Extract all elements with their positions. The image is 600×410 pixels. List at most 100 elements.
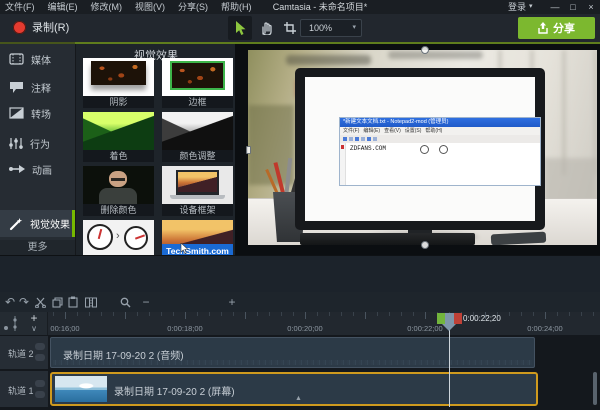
clip-marker-icon[interactable]: ▲ bbox=[295, 395, 302, 402]
clock-icon bbox=[87, 224, 113, 250]
sidebar-item-visual-effects[interactable]: 视觉效果 bbox=[0, 210, 75, 237]
playhead-marker-icon[interactable] bbox=[442, 324, 456, 331]
effect-thumb-remove-color[interactable] bbox=[83, 166, 154, 204]
sidebar-more-button[interactable]: 更多 bbox=[0, 240, 75, 255]
magic-wand-icon bbox=[9, 217, 23, 231]
window-title: Camtasia - 未命名项目* bbox=[273, 0, 368, 14]
record-button[interactable]: 录制(R) bbox=[4, 14, 114, 42]
effect-thumb-device-frame[interactable] bbox=[162, 166, 233, 204]
border-effect-preview bbox=[170, 61, 225, 90]
track-name: 轨道 1 bbox=[8, 384, 34, 397]
minimize-button[interactable]: — bbox=[546, 0, 564, 14]
track-2-header[interactable]: 轨道 2 bbox=[0, 336, 48, 369]
crop-tool-button[interactable] bbox=[278, 16, 302, 40]
timeline-ruler[interactable]: + ∨ 00:16;00 0:00:18;00 0:00:20;00 0:00:… bbox=[0, 312, 600, 335]
tools-sidebar: 媒体 注释 转场 行为 动画 视觉效果 更多 bbox=[0, 44, 75, 255]
audio-clip[interactable]: 录制日期 17-09-20 2 (音频) bbox=[50, 337, 535, 368]
undo-button[interactable]: ↶ bbox=[3, 292, 17, 312]
sidebar-item-behaviors[interactable]: 行为 bbox=[0, 130, 75, 156]
zoom-caret-icon: ▾ bbox=[352, 20, 356, 36]
clip-label: 录制日期 17-09-20 2 (屏幕) bbox=[114, 383, 235, 398]
copy-button[interactable] bbox=[52, 297, 63, 308]
share-button[interactable]: 分享 bbox=[518, 17, 595, 39]
playhead-line bbox=[449, 318, 450, 407]
effect-thumb-color-adjust[interactable] bbox=[162, 112, 233, 150]
playhead-in-handle[interactable] bbox=[437, 313, 445, 324]
effect-label: 边框 bbox=[162, 96, 233, 108]
pan-tool-button[interactable] bbox=[254, 16, 278, 40]
close-button[interactable]: × bbox=[582, 0, 600, 14]
hide-track-icon[interactable] bbox=[35, 354, 45, 361]
mouse-cursor-icon bbox=[180, 243, 189, 254]
menu-edit[interactable]: 编辑(E) bbox=[48, 0, 78, 14]
screen-clip-selected[interactable]: 录制日期 17-09-20 2 (屏幕) ▲ bbox=[50, 372, 538, 406]
ruler-label: 0:00:24;00 bbox=[527, 324, 562, 333]
paste-button[interactable] bbox=[68, 296, 78, 308]
lock-track-icon[interactable] bbox=[35, 343, 45, 350]
menu-help[interactable]: 帮助(H) bbox=[221, 0, 252, 14]
sidebar-item-animations[interactable]: 动画 bbox=[0, 156, 75, 182]
zoom-in-button[interactable]: + bbox=[226, 292, 238, 312]
effect-thumb-clock-speed[interactable]: › bbox=[83, 220, 154, 255]
vertical-scrollbar[interactable] bbox=[593, 372, 597, 405]
resize-handle-left[interactable] bbox=[246, 146, 251, 154]
sidebar-item-label: 动画 bbox=[32, 162, 52, 177]
cut-button[interactable] bbox=[35, 297, 46, 308]
window-controls: — □ × bbox=[546, 0, 600, 14]
ruler-label: 0:00:18;00 bbox=[167, 324, 202, 333]
center-handle[interactable] bbox=[420, 145, 429, 154]
effect-thumb-watermark[interactable]: TechSmith.com bbox=[162, 220, 233, 255]
track-name: 轨道 2 bbox=[8, 347, 34, 360]
playhead-out-handle[interactable] bbox=[454, 313, 462, 324]
zoom-out-button[interactable]: − bbox=[140, 292, 152, 312]
notepad-text: ZDFANS.COM bbox=[350, 145, 386, 152]
zoom-level-dropdown[interactable]: 100% ▾ bbox=[300, 19, 362, 37]
notepad-toolbar bbox=[340, 135, 540, 143]
resize-handle-top[interactable] bbox=[421, 46, 429, 54]
visual-effects-panel: 视觉效果 阴影 边框 着色 颜色调整 删除颜色 设备框架 bbox=[75, 44, 235, 255]
keyboard bbox=[300, 233, 475, 245]
menu-modify[interactable]: 修改(M) bbox=[91, 0, 123, 14]
redo-button[interactable]: ↷ bbox=[17, 292, 31, 312]
ruler-scale[interactable]: 00:16;00 0:00:18;00 0:00:20;00 0:00:22;0… bbox=[48, 312, 600, 335]
sidebar-item-media[interactable]: 媒体 bbox=[0, 46, 75, 72]
track-1-header[interactable]: 轨道 1 bbox=[0, 371, 48, 407]
sidebar-item-label: 视觉效果 bbox=[30, 216, 70, 231]
zoom-search-icon bbox=[120, 297, 131, 308]
menu-file[interactable]: 文件(F) bbox=[5, 0, 35, 14]
sidebar-item-label: 转场 bbox=[31, 106, 51, 121]
track-height-slider-icon[interactable] bbox=[11, 315, 19, 332]
playhead-center[interactable] bbox=[445, 313, 454, 324]
marker-dot-icon[interactable] bbox=[4, 326, 8, 330]
notepad-menu-bar: 文件(F) 编辑(E) 查看(V) 设置(S) 帮助(H) bbox=[340, 127, 540, 135]
effect-label: 设备框架 bbox=[162, 204, 233, 216]
effect-label: 删除颜色 bbox=[83, 204, 154, 216]
notepad-line-marker bbox=[341, 145, 344, 149]
shadow-effect-preview bbox=[91, 61, 146, 85]
menu-view[interactable]: 视图(V) bbox=[135, 0, 165, 14]
effect-thumb-colorize[interactable] bbox=[83, 112, 154, 150]
sidebar-item-transitions[interactable]: 转场 bbox=[0, 100, 75, 126]
playback-bar: ‹ › 00:22 / 00:24 属性 bbox=[0, 255, 600, 292]
cursor-arrow-icon bbox=[234, 21, 247, 36]
center-handle[interactable] bbox=[439, 145, 448, 154]
effect-thumb-border[interactable] bbox=[162, 58, 233, 96]
sidebar-item-annotations[interactable]: 注释 bbox=[0, 74, 75, 100]
lock-track-icon[interactable] bbox=[35, 380, 45, 387]
notepad-gutter bbox=[340, 143, 346, 185]
menu-share[interactable]: 分享(S) bbox=[178, 0, 208, 14]
collapse-tracks-button[interactable]: ∨ bbox=[27, 323, 41, 334]
hide-track-icon[interactable] bbox=[35, 391, 45, 398]
notepad-menu-item: 查看(V) bbox=[384, 127, 401, 135]
timeline-tracks: 轨道 2 录制日期 17-09-20 2 (音频) 轨道 1 录制日期 17-0… bbox=[0, 335, 600, 410]
camtasia-window: 文件(F) 编辑(E) 修改(M) 视图(V) 分享(S) 帮助(H) Camt… bbox=[0, 0, 600, 410]
notepad-menu-item: 帮助(H) bbox=[425, 127, 442, 135]
split-button[interactable] bbox=[85, 297, 97, 308]
select-tool-button[interactable] bbox=[228, 16, 252, 40]
effect-thumb-shadow[interactable] bbox=[83, 58, 154, 96]
maximize-button[interactable]: □ bbox=[564, 0, 582, 14]
resize-handle-bottom[interactable] bbox=[421, 241, 429, 249]
preview-area: *新建文本文档.txt - Notepad2-mod (管理员) 文件(F) 编… bbox=[235, 44, 600, 255]
behavior-icon bbox=[9, 137, 23, 150]
login-button[interactable]: 登录 ▾ bbox=[508, 0, 533, 14]
